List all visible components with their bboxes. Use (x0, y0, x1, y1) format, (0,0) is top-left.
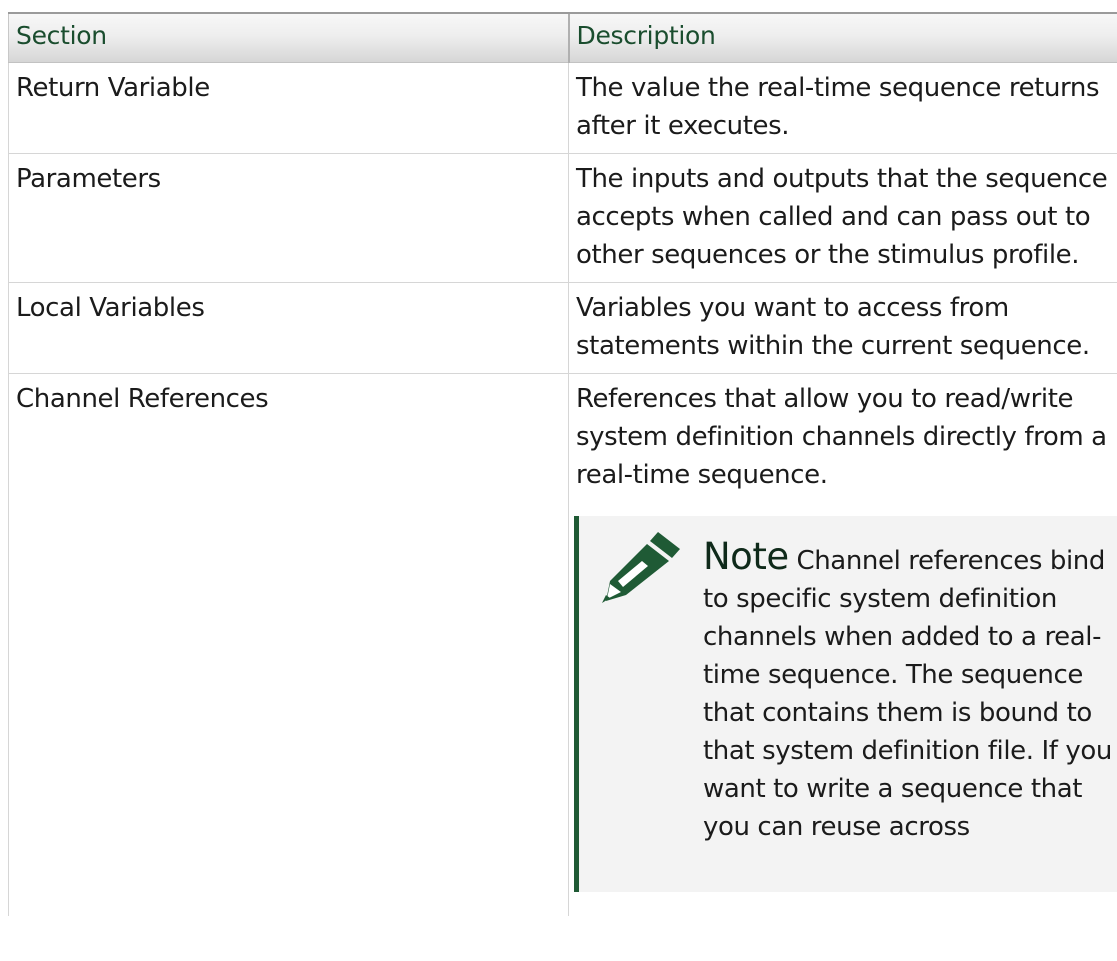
note-text: Channel references bind to specific syst… (703, 545, 1112, 842)
sections-table: Section Description Return Variable The … (8, 12, 1117, 916)
row-section-cell: Local Variables (8, 282, 569, 374)
table-row: Parameters The inputs and outputs that t… (8, 153, 1117, 283)
row-description-cell: References that allow you to read/write … (568, 373, 1117, 916)
header-description: Description (567, 12, 1117, 63)
table-row: Local Variables Variables you want to ac… (8, 282, 1117, 374)
row-section-cell: Return Variable (8, 62, 569, 154)
header-section: Section (8, 12, 569, 63)
table-row: Channel References References that allow… (8, 373, 1117, 916)
pencil-icon (602, 531, 680, 603)
note-body: Note Channel references bind to specific… (703, 534, 1114, 846)
row-section-cell: Channel References (8, 373, 569, 916)
table-header-row: Section Description (8, 12, 1117, 63)
note-callout: Note Channel references bind to specific… (574, 515, 1117, 892)
note-title: Note (703, 534, 789, 578)
row-description-cell: The value the real-time sequence returns… (568, 62, 1117, 154)
row-description-cell: The inputs and outputs that the sequence… (568, 153, 1117, 283)
row-description-text: References that allow you to read/write … (576, 383, 1107, 490)
row-section-cell: Parameters (8, 153, 569, 283)
row-description-cell: Variables you want to access from statem… (568, 282, 1117, 374)
table-row: Return Variable The value the real-time … (8, 62, 1117, 154)
